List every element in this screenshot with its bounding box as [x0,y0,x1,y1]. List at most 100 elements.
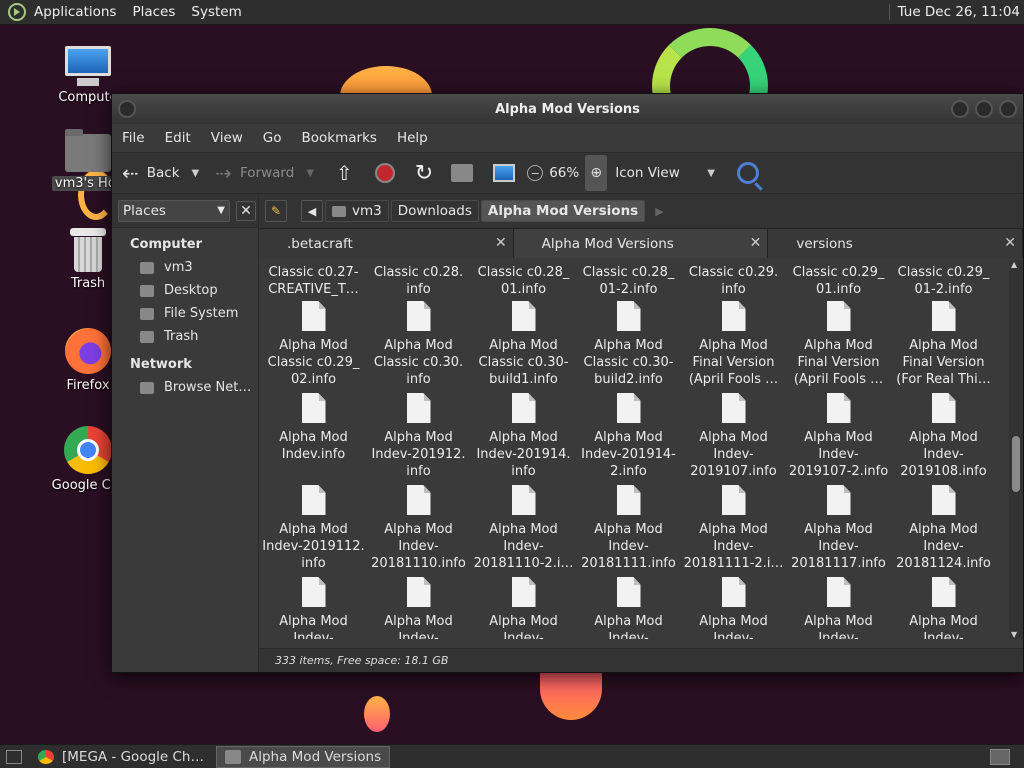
zoom-in-icon[interactable]: ⊕ [585,155,608,191]
taskbar-item-chrome[interactable]: [MEGA - Google Ch… [30,746,212,768]
file-item[interactable]: Classic c0.28_ 01.info [471,264,576,298]
file-item[interactable]: Alpha Mod Indev- [681,577,786,639]
path-right-icon[interactable]: ▶ [655,205,663,218]
file-item[interactable]: Alpha Mod Final Version (April Fools … [786,301,891,388]
close-icon[interactable]: ✕ [495,235,507,251]
clock[interactable]: Tue Dec 26, 11:04 [888,4,1020,20]
scroll-up-icon[interactable]: ▲ [1011,260,1017,269]
search-icon[interactable] [736,162,759,184]
file-item[interactable]: Alpha Mod Classic c0.30- build1.info [471,301,576,388]
crumb-current[interactable]: Alpha Mod Versions [480,200,646,222]
file-item[interactable]: Alpha Mod Classic c0.29_ 02.info [261,301,366,388]
file-item[interactable]: Classic c0.27- CREATIVE_T… [261,264,366,298]
path-left-icon[interactable]: ◀ [301,200,323,222]
tab-betacraft[interactable]: .betacraft ✕ [259,229,514,258]
up-arrow-icon[interactable]: ⇧ [336,161,353,185]
file-item[interactable]: Alpha Mod Indev- 20181111.info [576,485,681,572]
sidebar-item-filesystem[interactable]: File System [112,302,258,325]
scrollbar-thumb[interactable] [1012,436,1020,492]
file-label: Alpha Mod Indev- 2019107-2.info [788,430,889,479]
file-item[interactable]: Alpha Mod Indev- [891,577,996,639]
edit-location-icon[interactable]: ✎ [265,200,287,222]
distro-logo-icon[interactable] [8,3,26,21]
file-item[interactable]: Alpha Mod Final Version (April Fools … [681,301,786,388]
close-icon[interactable]: ✕ [1004,235,1016,251]
close-button[interactable] [999,100,1017,118]
menu-help[interactable]: Help [397,130,428,146]
view-mode-select[interactable]: Icon View [615,165,705,181]
applications-menu[interactable]: Applications [34,4,116,20]
window-menu-icon[interactable] [118,100,136,118]
file-item[interactable]: Classic c0.28_ 01-2.info [576,264,681,298]
back-history-dropdown[interactable]: ▼ [192,168,200,179]
tab-label: .betacraft [287,235,353,252]
file-item[interactable]: Alpha Mod Final Version (For Real Thi… [891,301,996,388]
forward-button[interactable]: ⇢ Forward [215,163,294,183]
file-item[interactable]: Alpha Mod Indev- [471,577,576,639]
file-item[interactable]: Alpha Mod Classic c0.30. info [366,301,471,388]
file-item[interactable]: Alpha Mod Indev- 2019107-2.info [786,393,891,480]
taskbar-item-file-manager[interactable]: Alpha Mod Versions [215,745,391,768]
file-item[interactable]: Alpha Mod Indev-201914- 2.info [576,393,681,480]
computer-icon [63,46,113,86]
stop-icon[interactable] [374,163,395,183]
file-item[interactable]: Alpha Mod Indev- 2019107.info [681,393,786,480]
file-item[interactable]: Classic c0.29_ 01-2.info [891,264,996,298]
file-item[interactable]: Alpha Mod Indev.info [261,393,366,463]
sidebar-item-vm3[interactable]: vm3 [112,256,258,279]
sidebar-selector[interactable]: Places ▼ [118,199,230,222]
file-item[interactable]: Classic c0.29_ 01.info [786,264,891,298]
file-label: Alpha Mod Indev- 20181111.info [581,522,676,571]
file-label: Alpha Mod Indev- 20181110-2.i… [473,522,574,571]
file-item[interactable]: Alpha Mod Indev- 20181110.info [366,485,471,572]
places-menu[interactable]: Places [132,4,175,20]
menu-file[interactable]: File [122,130,145,146]
forward-history-dropdown[interactable]: ▼ [306,168,314,179]
crumb-vm3[interactable]: vm3 [325,200,389,222]
file-label: Alpha Mod Indev- [279,614,348,639]
file-item[interactable]: Alpha Mod Indev- 20181110-2.i… [471,485,576,572]
file-item[interactable]: Alpha Mod Classic c0.30- build2.info [576,301,681,388]
file-item[interactable]: Alpha Mod Indev- [576,577,681,639]
close-icon[interactable]: ✕ [750,235,762,251]
close-sidebar-icon[interactable]: ✕ [236,200,256,221]
system-menu[interactable]: System [191,4,241,20]
maximize-button[interactable] [975,100,993,118]
crumb-downloads[interactable]: Downloads [390,200,479,222]
menu-view[interactable]: View [211,130,243,146]
file-item[interactable]: Alpha Mod Indev-2019112. info [261,485,366,572]
file-item[interactable]: Alpha Mod Indev-201912. info [366,393,471,480]
computer-icon[interactable] [493,164,516,182]
zoom-out-icon[interactable]: − [527,165,544,181]
home-icon[interactable] [451,164,474,182]
file-item[interactable]: Alpha Mod Indev- 20181124.info [891,485,996,572]
file-item[interactable]: Alpha Mod Indev- [366,577,471,639]
file-item[interactable]: Alpha Mod Indev-201914. info [471,393,576,480]
view-mode-dropdown[interactable]: ▼ [707,168,715,179]
tab-alpha-mod-versions[interactable]: Alpha Mod Versions ✕ [513,229,769,258]
show-desktop-icon[interactable] [6,749,22,764]
file-item[interactable]: Alpha Mod Indev- 20181111-2.i… [681,485,786,572]
file-item[interactable]: Alpha Mod Indev- 20181117.info [786,485,891,572]
menu-bookmarks[interactable]: Bookmarks [302,130,377,146]
file-item[interactable]: Alpha Mod Indev- [261,577,366,639]
reload-icon[interactable]: ↻ [415,161,433,186]
file-item[interactable]: Classic c0.28. info [366,264,471,298]
sidebar-item-trash[interactable]: Trash [112,325,258,348]
sidebar-item-browse-network[interactable]: Browse Net… [112,376,258,399]
menu-edit[interactable]: Edit [165,130,191,146]
file-label: Classic c0.29_ 01.info [792,265,885,297]
tab-versions[interactable]: versions ✕ [768,229,1024,258]
window-titlebar[interactable]: Alpha Mod Versions [112,94,1023,124]
sidebar-item-desktop[interactable]: Desktop [112,279,258,302]
file-item[interactable]: Classic c0.29. info [681,264,786,298]
zoom-level[interactable]: 66% [549,165,579,181]
scrollbar[interactable]: ▲ ▼ [1009,260,1023,639]
back-button[interactable]: ⇠ Back [122,163,180,183]
file-item[interactable]: Alpha Mod Indev- 2019108.info [891,393,996,480]
file-item[interactable]: Alpha Mod Indev- [786,577,891,639]
minimize-button[interactable] [951,100,969,118]
workspace-switcher[interactable] [990,748,1010,765]
menu-go[interactable]: Go [263,130,282,146]
scroll-down-icon[interactable]: ▼ [1011,630,1017,639]
